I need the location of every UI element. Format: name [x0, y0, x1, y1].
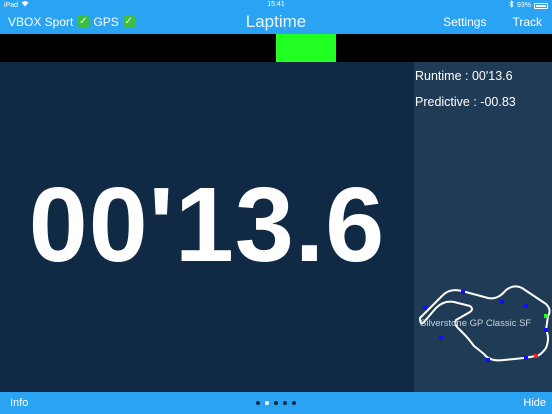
runtime-stat: Runtime : 00'13.6: [415, 69, 513, 83]
nav-actions: Settings Track: [443, 14, 542, 30]
settings-button[interactable]: Settings: [443, 14, 486, 30]
status-time: 15:41: [267, 1, 285, 8]
info-button[interactable]: Info: [10, 396, 28, 410]
side-panel: Runtime : 00'13.6 Predictive : -00.83 Si…: [414, 62, 552, 392]
track-name: Silverstone GP Classic SF: [420, 318, 532, 329]
bottom-bar: Info Hide: [0, 392, 552, 414]
track-marker: [439, 336, 443, 340]
track-marker: [534, 354, 538, 358]
predictive-stat: Predictive : -00.83: [415, 95, 516, 109]
page-dot[interactable]: [292, 401, 296, 405]
track-marker: [524, 356, 528, 360]
page-dot[interactable]: [265, 401, 269, 405]
track-marker: [500, 300, 504, 304]
track-marker: [524, 304, 528, 308]
page-indicator[interactable]: [256, 401, 296, 405]
page-dot[interactable]: [274, 401, 278, 405]
page-dot[interactable]: [256, 401, 260, 405]
status-bar: iPad 15:41 93%: [0, 0, 552, 10]
battery-icon: [534, 3, 548, 9]
page-dot[interactable]: [283, 401, 287, 405]
track-marker: [544, 314, 548, 318]
track-marker: [423, 306, 427, 310]
track-marker: [461, 290, 465, 294]
hide-button[interactable]: Hide: [523, 396, 546, 410]
delta-bar: [0, 34, 552, 62]
track-marker: [486, 358, 490, 362]
laptime-display: 00'13.6: [28, 165, 386, 284]
track-marker: [544, 328, 548, 332]
nav-bar: VBOX Sport ✓ GPS ✓ Laptime Settings Trac…: [0, 10, 552, 34]
laptime-panel: 00'13.6: [0, 62, 414, 392]
track-button[interactable]: Track: [512, 14, 542, 30]
delta-indicator: [276, 34, 336, 62]
